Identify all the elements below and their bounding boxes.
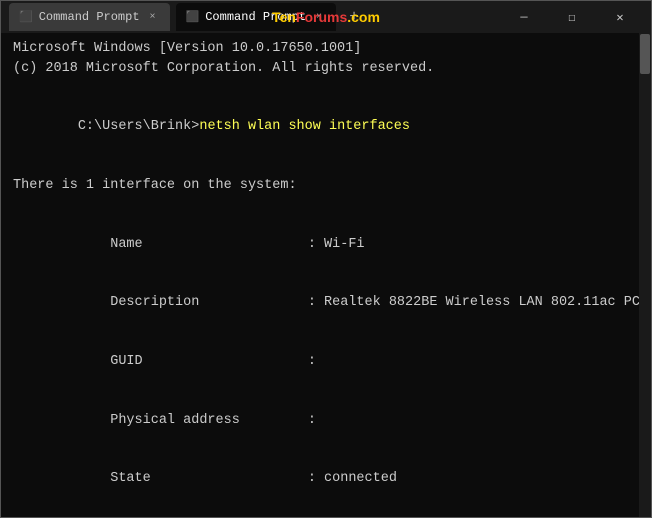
- maximize-button[interactable]: ☐: [549, 1, 595, 33]
- state-value: : connected: [308, 471, 397, 486]
- minimize-button[interactable]: —: [501, 1, 547, 33]
- line-prompt-cmd: C:\Users\Brink>netsh wlan show interface…: [13, 98, 639, 157]
- line-state: State: connected: [13, 450, 639, 509]
- desc-value: : Realtek 8822BE Wireless LAN 802.11ac P…: [308, 295, 651, 310]
- guid-label: GUID: [78, 352, 308, 372]
- window-controls: — ☐ ✕: [501, 1, 643, 33]
- tab-close-1[interactable]: ×: [146, 10, 160, 24]
- terminal-area[interactable]: Microsoft Windows [Version 10.0.17650.10…: [1, 33, 651, 517]
- line-name: Name: Wi-Fi: [13, 215, 639, 274]
- line-guid: GUID:: [13, 332, 639, 391]
- phys-value: :: [308, 413, 316, 428]
- phys-label: Physical address: [78, 411, 308, 431]
- line-blank1: [13, 78, 639, 98]
- name-value: : Wi-Fi: [308, 237, 365, 252]
- scrollbar[interactable]: [639, 33, 651, 517]
- guid-value: :: [308, 354, 316, 369]
- name-label: Name: [78, 235, 308, 255]
- titlebar: ⬛ Command Prompt × ⬛ Command Prompt × + …: [1, 1, 651, 33]
- prompt-1: C:\Users\Brink>: [78, 119, 200, 134]
- scrollbar-thumb[interactable]: [640, 34, 650, 74]
- brand-text: TenForums.com: [272, 9, 380, 25]
- terminal-icon-1: ⬛: [19, 10, 33, 24]
- tab-inactive-1[interactable]: ⬛ Command Prompt ×: [9, 3, 170, 31]
- line-version: Microsoft Windows [Version 10.0.17650.10…: [13, 39, 639, 59]
- terminal-icon-active: ⬛: [186, 10, 200, 24]
- line-blank2: [13, 156, 639, 176]
- line-blank3: [13, 196, 639, 216]
- desc-label: Description: [78, 293, 308, 313]
- state-label: State: [78, 469, 308, 489]
- terminal-content: Microsoft Windows [Version 10.0.17650.10…: [9, 37, 643, 517]
- line-ssid: SSID: Brink-Router2: [13, 509, 639, 518]
- close-button[interactable]: ✕: [597, 1, 643, 33]
- window: ⬛ Command Prompt × ⬛ Command Prompt × + …: [0, 0, 652, 518]
- line-phys: Physical address:: [13, 391, 639, 450]
- line-interface-header: There is 1 interface on the system:: [13, 176, 639, 196]
- line-desc: Description: Realtek 8822BE Wireless LAN…: [13, 274, 639, 333]
- tab-inactive-label-1: Command Prompt: [39, 10, 140, 24]
- cmd-text: netsh wlan show interfaces: [199, 119, 410, 134]
- line-copyright: (c) 2018 Microsoft Corporation. All righ…: [13, 59, 639, 79]
